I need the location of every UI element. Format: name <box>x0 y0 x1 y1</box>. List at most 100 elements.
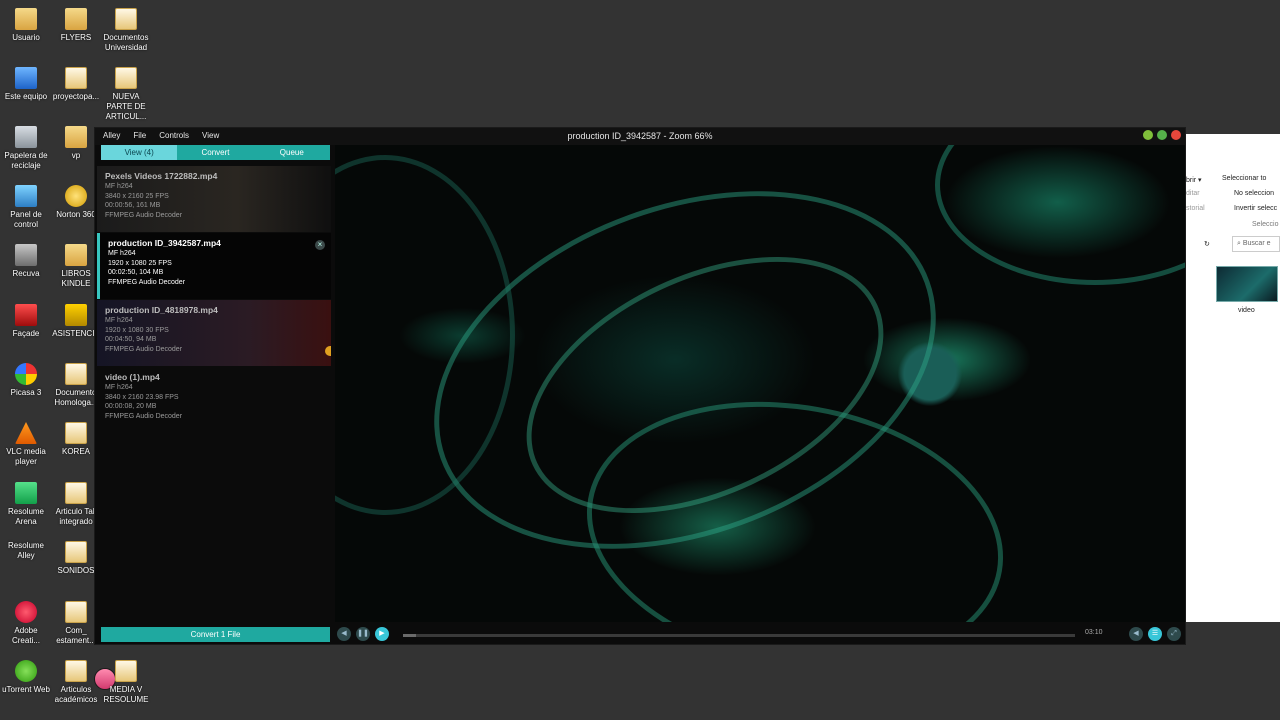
desktop-icon-resolume-arena[interactable]: Resolume Arena <box>0 482 52 527</box>
document-icon <box>65 601 87 623</box>
thumbnail-label: video <box>1238 307 1255 314</box>
tab-queue[interactable]: Queue <box>254 145 330 160</box>
file-codec: MF h264 <box>105 317 133 324</box>
document-icon <box>115 67 137 89</box>
file-resolution: 3840 x 2160 23.98 FPS <box>105 393 179 401</box>
file-resolution: 1920 x 1080 30 FPS <box>105 326 169 334</box>
remove-file-icon[interactable]: × <box>315 240 325 250</box>
desktop-icon-usuario[interactable]: Usuario <box>0 8 52 43</box>
window-controls <box>1143 130 1181 140</box>
desktop-icon-este-equipo[interactable]: Este equipo <box>0 67 52 102</box>
document-icon <box>115 660 137 682</box>
scroll-handle[interactable] <box>325 346 331 356</box>
rewind-icon[interactable]: ◀ <box>337 627 351 641</box>
picasa-icon <box>15 363 37 385</box>
desktop-icon-papelera[interactable]: Papelera de reciclaje <box>0 126 52 171</box>
desktop-icon-nueva-parte[interactable]: NUEVA PARTE DE ARTICUL... <box>100 67 152 122</box>
list-item[interactable]: video (1).mp4 MF h264 3840 x 2160 23.98 … <box>97 367 331 433</box>
edit-menu[interactable]: ditar <box>1186 190 1200 197</box>
video-preview[interactable] <box>335 145 1185 622</box>
list-item[interactable]: production ID_4818978.mp4 MF h264 1920 x… <box>97 300 331 366</box>
document-icon <box>65 422 87 444</box>
desktop-icon-documentos[interactable]: Documentos Universidad <box>100 8 152 53</box>
desktop-icon-vlc[interactable]: VLC media player <box>0 422 52 467</box>
folder-icon <box>65 304 87 326</box>
seek-progress <box>403 634 417 637</box>
desktop-icon-facade[interactable]: Façade <box>0 304 52 339</box>
fullscreen-icon[interactable]: ⤢ <box>1167 627 1181 641</box>
desktop-icon-label: Papelera de reciclaje <box>4 151 48 170</box>
search-placeholder: Buscar e <box>1242 240 1271 247</box>
facade-icon <box>15 304 37 326</box>
desktop-icon-label: Articulo Tall integrado <box>55 507 97 526</box>
play-icon[interactable]: ▶ <box>375 627 389 641</box>
desktop-icon-label: Recuva <box>12 269 40 278</box>
list-item[interactable]: Pexels Videos 1722882.mp4 MF h264 3840 x… <box>97 166 331 232</box>
convert-button[interactable]: Convert 1 File <box>101 627 330 642</box>
invert-selection-button[interactable]: Invertir selecc <box>1234 205 1277 212</box>
recycle-bin-icon <box>15 126 37 148</box>
desktop-icon-label: FLYERS <box>60 33 92 42</box>
window-title: production ID_3942587 - Zoom 66% <box>567 131 713 141</box>
alley-window: Alley File Controls View production ID_3… <box>94 127 1186 645</box>
recuva-icon <box>15 244 37 266</box>
desktop-icon-adobe[interactable]: Adobe Creati... <box>0 601 52 646</box>
desktop-icon-label: NUEVA PARTE DE ARTICUL... <box>105 92 147 121</box>
file-name: Pexels Videos 1722882.mp4 <box>105 171 218 181</box>
desktop-icon-picasa[interactable]: Picasa 3 <box>0 363 52 398</box>
desktop-icon-utorrent[interactable]: uTorrent Web <box>0 660 52 695</box>
desktop-icon-recuva[interactable]: Recuva <box>0 244 52 279</box>
volume-icon[interactable]: ◀ <box>1129 627 1143 641</box>
desktop-icon-label: Este equipo <box>4 92 48 101</box>
desktop-icon-flyers[interactable]: FLYERS <box>50 8 102 43</box>
document-icon <box>65 482 87 504</box>
desktop-icon-label: KOREA <box>61 447 90 456</box>
desktop-icon-label: MEDIA V RESOLUME <box>103 685 149 704</box>
document-icon <box>65 363 87 385</box>
desktop-icon-label: Picasa 3 <box>10 388 42 397</box>
desktop-icon-label: LIBROS KINDLE <box>61 269 91 288</box>
tab-view[interactable]: View (4) <box>101 145 178 160</box>
tab-convert[interactable]: Convert <box>177 145 253 160</box>
seek-bar[interactable] <box>403 634 1075 637</box>
file-name: production ID_4818978.mp4 <box>105 305 218 315</box>
maximize-icon[interactable] <box>1157 130 1167 140</box>
file-duration: 00:00:56, 161 MB <box>105 202 161 209</box>
playlist-icon[interactable]: ☰ <box>1148 627 1162 641</box>
list-item-selected[interactable]: production ID_3942587.mp4 MF h264 1920 x… <box>97 233 331 299</box>
document-icon <box>65 541 87 563</box>
folder-icon <box>65 244 87 266</box>
desktop-icon-label: vp <box>71 151 81 160</box>
desktop-icon-panel[interactable]: Panel de control <box>0 185 52 230</box>
desktop-icon-proyectopa[interactable]: proyectopa... <box>50 67 102 102</box>
folder-icon <box>15 8 37 30</box>
desktop-icon-articulos[interactable]: Articulos académicos <box>50 660 102 705</box>
folder-icon <box>65 8 87 30</box>
pause-icon[interactable]: ❚❚ <box>356 627 370 641</box>
close-icon[interactable] <box>1171 130 1181 140</box>
history-menu[interactable]: storial <box>1186 205 1205 212</box>
document-icon <box>65 67 87 89</box>
file-name: video (1).mp4 <box>105 372 160 382</box>
search-input[interactable]: ⌕ Buscar e <box>1232 236 1280 252</box>
select-none-button[interactable]: No seleccion <box>1234 190 1274 197</box>
video-thumbnail[interactable] <box>1216 266 1278 302</box>
desktop-icon-media-v[interactable]: MEDIA V RESOLUME <box>100 660 152 705</box>
file-duration: 00:04:50, 94 MB <box>105 336 157 343</box>
desktop-icon-resolume-alley[interactable]: Resolume Alley <box>0 541 116 690</box>
file-audio: FFMPEG Audio Decoder <box>105 345 183 353</box>
folder-icon <box>65 126 87 148</box>
adobe-icon <box>15 601 37 623</box>
control-panel-icon <box>15 185 37 207</box>
file-name: production ID_3942587.mp4 <box>108 238 221 248</box>
file-codec: MF h264 <box>105 384 133 391</box>
file-resolution: 1920 x 1080 25 FPS <box>108 259 172 267</box>
desktop-icon-label: Façade <box>12 329 40 338</box>
select-all-button[interactable]: Seleccionar to <box>1222 175 1266 182</box>
file-duration: 00:02:50, 104 MB <box>108 269 164 276</box>
pc-icon <box>15 67 37 89</box>
refresh-icon[interactable]: ↻ <box>1204 240 1210 248</box>
minimize-icon[interactable] <box>1143 130 1153 140</box>
file-list: Pexels Videos 1722882.mp4 MF h264 3840 x… <box>97 166 331 626</box>
open-menu[interactable]: brir ▾ <box>1186 176 1202 184</box>
